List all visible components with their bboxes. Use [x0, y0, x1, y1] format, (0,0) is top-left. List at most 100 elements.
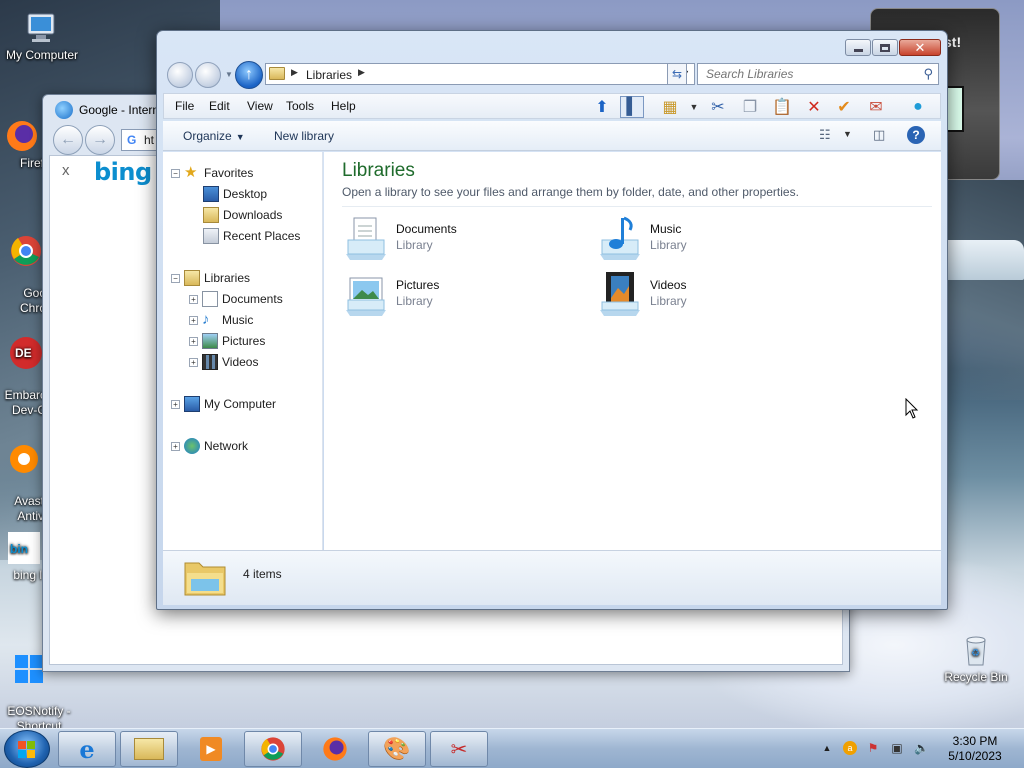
search-input[interactable] — [706, 67, 916, 81]
collapse-icon[interactable]: − — [171, 168, 180, 178]
menu-help[interactable]: Help — [331, 99, 356, 113]
taskbar-paint[interactable]: 🎨 — [368, 731, 426, 767]
recent-pages-arrow-icon[interactable]: ▼ — [225, 70, 233, 79]
action-center-flag-icon[interactable]: ⚑ — [866, 741, 880, 755]
views-icon[interactable]: ▦ — [658, 96, 682, 118]
forward-button[interactable] — [195, 62, 221, 88]
start-button[interactable] — [4, 730, 50, 768]
desktop-icon-recycle-bin[interactable]: ♻ Recycle Bin — [934, 632, 1018, 685]
chrome-icon — [261, 737, 285, 761]
desktop-icon-my-computer[interactable]: My Computer — [0, 10, 84, 63]
close-button[interactable]: ✕ — [899, 39, 941, 56]
tree-item-desktop[interactable]: Desktop — [203, 185, 267, 203]
tree-libraries-label: Libraries — [204, 271, 251, 285]
breadcrumb-libraries[interactable]: Libraries — [306, 68, 352, 82]
folders-pane-icon[interactable]: ▌ — [620, 96, 644, 118]
close-icon[interactable]: x — [62, 162, 70, 179]
desktop-icon-bing[interactable]: bin bing l — [0, 530, 42, 583]
expand-icon[interactable]: + — [171, 441, 180, 451]
ie-forward-button[interactable]: → — [85, 125, 115, 155]
taskbar-firefox[interactable] — [306, 731, 364, 767]
taskbar-media-player[interactable]: ▶ — [182, 731, 240, 767]
menu-file[interactable]: File — [175, 99, 194, 113]
email-icon[interactable]: ✉ — [864, 96, 888, 118]
internet-explorer-icon — [55, 101, 73, 119]
new-library-button[interactable]: New library — [274, 129, 334, 143]
avast-tray-icon[interactable]: a — [843, 741, 857, 755]
search-box[interactable]: ⚲ — [697, 63, 939, 85]
preview-pane-icon[interactable]: ◫ — [873, 127, 885, 143]
breadcrumb-separator-icon[interactable]: ▶ — [291, 67, 298, 78]
network-tray-icon[interactable]: ▣ — [890, 741, 904, 755]
organize-button[interactable]: Organize ▼ — [183, 129, 245, 143]
maximize-button[interactable] — [872, 39, 898, 56]
desktop-icon-embarcadero[interactable]: DE Embarc Dev-C — [0, 320, 46, 418]
taskbar-internet-explorer[interactable]: e — [58, 731, 116, 767]
navigation-pane: − ★ Favorites Desktop Downloads Recent P… — [163, 152, 323, 550]
clock-date: 5/10/2023 — [948, 749, 1002, 763]
menu-tools[interactable]: Tools — [286, 99, 314, 113]
delete-icon[interactable]: ✕ — [802, 96, 826, 118]
refresh-button[interactable]: ⇆ — [667, 63, 687, 85]
network-icon — [184, 438, 200, 454]
desktop-icon-firefox[interactable]: Firef — [0, 118, 44, 171]
clock-time: 3:30 PM — [952, 734, 998, 748]
tree-my-computer[interactable]: + My Computer — [171, 395, 276, 413]
close-icon: ✕ — [914, 39, 926, 55]
library-videos[interactable]: Videos Library — [596, 270, 816, 320]
tree-item-documents[interactable]: + Documents — [189, 290, 283, 308]
tree-item-music[interactable]: + ♪ Music — [189, 311, 253, 329]
ie-back-button[interactable]: ← — [53, 125, 83, 155]
desktop-icon-avast[interactable]: Avast Antiv — [0, 426, 44, 524]
breadcrumb-separator-icon[interactable]: ▶ — [358, 67, 365, 78]
expand-icon[interactable]: + — [171, 399, 180, 409]
back-button[interactable] — [167, 62, 193, 88]
tree-item-pictures[interactable]: + Pictures — [189, 332, 265, 350]
cut-icon[interactable]: ✂ — [706, 96, 730, 118]
show-hidden-icons-icon[interactable]: ▲ — [820, 741, 834, 755]
library-pictures[interactable]: Pictures Library — [342, 270, 562, 320]
tree-libraries[interactable]: − Libraries — [171, 269, 250, 287]
up-folder-icon[interactable]: ⬆ — [590, 96, 614, 118]
taskbar-chrome[interactable] — [244, 731, 302, 767]
minimize-icon — [853, 49, 863, 52]
search-icon[interactable]: ⚲ — [923, 66, 933, 82]
tree-item-downloads[interactable]: Downloads — [203, 206, 282, 224]
menu-view[interactable]: View — [247, 99, 273, 113]
expand-icon[interactable]: + — [189, 336, 198, 346]
system-clock[interactable]: 3:30 PM 5/10/2023 — [940, 734, 1010, 764]
tree-favorites[interactable]: − ★ Favorites — [171, 164, 253, 182]
menu-edit[interactable]: Edit — [209, 99, 230, 113]
expand-icon[interactable]: + — [189, 357, 198, 367]
svg-text:♻: ♻ — [971, 648, 980, 659]
up-button[interactable]: ↑ — [235, 61, 263, 89]
help-icon[interactable]: ? — [907, 126, 925, 144]
volume-icon[interactable]: 🔈 — [914, 741, 929, 755]
libraries-folder-icon — [184, 562, 226, 596]
taskbar-snipping-tool[interactable]: ✂ — [430, 731, 488, 767]
tree-item-recent-places[interactable]: Recent Places — [203, 227, 300, 245]
address-bar[interactable]: ▶ Libraries ▶ ▼ — [265, 63, 695, 85]
explorer-window[interactable]: ✕ ▼ ↑ ▶ Libraries ▶ ▼ ⇆ ⚲ File Edit View… — [156, 30, 948, 610]
view-dropdown-icon[interactable]: ▼ — [843, 129, 852, 139]
library-name: Music — [650, 222, 682, 236]
collapse-icon[interactable]: − — [171, 273, 180, 283]
expand-icon[interactable]: + — [189, 315, 198, 325]
globe-icon[interactable]: ● — [906, 96, 930, 118]
copy-icon[interactable]: ❐ — [738, 96, 762, 118]
checkmark-icon[interactable]: ✔ — [832, 96, 856, 118]
paste-icon[interactable]: 📋 — [770, 96, 794, 118]
library-music[interactable]: Music Library — [596, 214, 816, 264]
tree-item-videos[interactable]: + Videos — [189, 353, 258, 371]
change-view-icon[interactable]: ☷ — [819, 127, 831, 143]
expand-icon[interactable]: + — [189, 294, 198, 304]
minimize-button[interactable] — [845, 39, 871, 56]
taskbar-windows-explorer[interactable] — [120, 731, 178, 767]
bing-logo: bing — [94, 158, 152, 186]
desktop-icon-google-chrome[interactable]: Goo Chro — [0, 218, 46, 316]
tree-network[interactable]: + Network — [171, 437, 248, 455]
tree-my-computer-label: My Computer — [204, 397, 277, 411]
library-documents[interactable]: Documents Library — [342, 214, 562, 264]
views-dropdown-icon[interactable]: ▼ — [682, 96, 706, 118]
tree-network-label: Network — [204, 439, 249, 453]
